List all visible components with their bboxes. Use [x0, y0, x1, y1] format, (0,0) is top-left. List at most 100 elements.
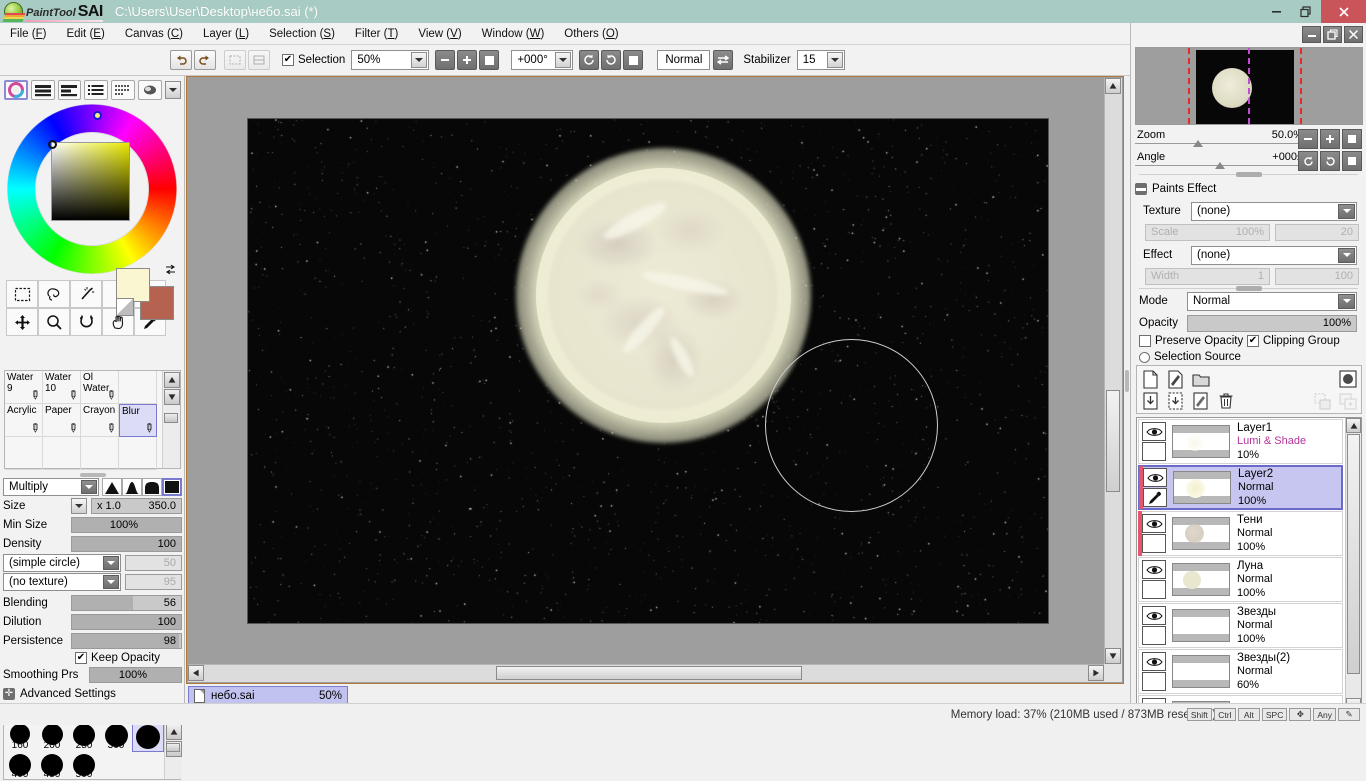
- brush-crayon[interactable]: Crayon✎: [81, 404, 119, 437]
- chevron-down-icon[interactable]: [1338, 204, 1355, 219]
- rotate-ccw-button[interactable]: [579, 50, 599, 70]
- size-preset-350[interactable]: 350: [132, 723, 164, 752]
- swatch-grid-mode-button[interactable]: [111, 80, 135, 100]
- redo-button[interactable]: [194, 50, 216, 70]
- brush-acrylic[interactable]: Acrylic✎: [5, 404, 43, 437]
- canvas-horizontal-scrollbar[interactable]: [188, 664, 1104, 682]
- menu-file[interactable]: File (F): [0, 26, 56, 42]
- clear-layer-icon[interactable]: [1191, 392, 1210, 411]
- stabilizer-combo[interactable]: 15: [797, 50, 845, 70]
- hsv-slider-mode-button[interactable]: [58, 80, 82, 100]
- merge-down-icon[interactable]: [1141, 392, 1160, 411]
- color-wheel[interactable]: [7, 104, 177, 274]
- minsize-field[interactable]: 100%: [71, 517, 182, 533]
- nav-zoom-out-button[interactable]: [1298, 129, 1318, 149]
- transfer-down-icon[interactable]: [1313, 392, 1332, 411]
- edge-shape-round[interactable]: [142, 478, 162, 496]
- canvas-vertical-scrollbar[interactable]: [1104, 78, 1122, 664]
- edge-shape-soft[interactable]: [122, 478, 142, 496]
- density-field[interactable]: 100: [71, 536, 182, 552]
- menu-view[interactable]: View (V): [408, 26, 471, 42]
- size-scroll-up-button[interactable]: [166, 724, 182, 740]
- canvas-inner[interactable]: [188, 78, 1104, 664]
- canvas-scroll-down-button[interactable]: [1105, 648, 1121, 664]
- canvas-scroll-up-button[interactable]: [1105, 78, 1121, 94]
- brush-texture-combo[interactable]: (no texture): [3, 573, 121, 591]
- eye-icon[interactable]: [1142, 560, 1166, 579]
- layer-thumbnail[interactable]: [1172, 655, 1230, 688]
- chevron-down-icon[interactable]: [1338, 294, 1355, 309]
- undo-button[interactable]: [170, 50, 192, 70]
- layer-row[interactable]: ЛунаNormal100%: [1138, 557, 1343, 602]
- size-preset-250[interactable]: 250: [68, 723, 100, 752]
- menu-filter[interactable]: Filter (T): [345, 26, 408, 42]
- layer-select-box[interactable]: [1142, 534, 1166, 553]
- chevron-down-icon[interactable]: [827, 52, 843, 68]
- zoom-out-button[interactable]: [435, 50, 455, 70]
- size-options-button[interactable]: [71, 498, 87, 514]
- layer-opacity-field[interactable]: 100%: [1187, 315, 1357, 332]
- brush-empty-4[interactable]: [81, 437, 119, 470]
- chevron-down-icon[interactable]: [411, 52, 427, 68]
- brush-shape-combo[interactable]: (simple circle): [3, 554, 121, 572]
- rotate-tool[interactable]: [70, 308, 102, 336]
- canvas-scroll-left-button[interactable]: [188, 665, 204, 681]
- eye-icon[interactable]: [1142, 606, 1166, 625]
- smoothing-field[interactable]: 100%: [89, 667, 182, 683]
- circle-selection-marquee[interactable]: [765, 339, 938, 512]
- dilution-field[interactable]: 100: [71, 614, 182, 630]
- layer-thumbnail[interactable]: [1172, 425, 1230, 458]
- saturation-value-box[interactable]: [51, 142, 130, 221]
- menu-edit[interactable]: Edit (E): [56, 26, 114, 42]
- select-all-button[interactable]: [224, 50, 246, 70]
- minimize-button[interactable]: [1261, 0, 1291, 23]
- size-preset-400[interactable]: 400: [4, 752, 36, 781]
- brush-blur[interactable]: Blur✎: [119, 404, 157, 437]
- sv-picker-handle[interactable]: [48, 140, 57, 149]
- size-preset-160[interactable]: 160: [4, 723, 36, 752]
- canvas-viewport[interactable]: [186, 76, 1124, 684]
- brush-paper[interactable]: Paper✎: [43, 404, 81, 437]
- chevron-down-icon[interactable]: [103, 575, 119, 589]
- layer-mode-combo[interactable]: Normal: [1187, 292, 1357, 311]
- eye-icon[interactable]: [1142, 652, 1166, 671]
- size-scroll-thumb[interactable]: [166, 743, 180, 752]
- menu-selection[interactable]: Selection (S): [259, 26, 345, 42]
- brush-empty-3[interactable]: [43, 437, 81, 470]
- size-preset-empty-2[interactable]: [132, 752, 164, 781]
- panel-restore-button[interactable]: [1323, 26, 1342, 43]
- gradient-mode-button[interactable]: [138, 80, 162, 100]
- nav-zoom-in-button[interactable]: [1320, 129, 1340, 149]
- blending-field[interactable]: 56: [71, 595, 182, 611]
- edge-shape-sharp[interactable]: [102, 478, 122, 496]
- layer-list-scrollbar[interactable]: [1345, 418, 1361, 713]
- nav-rotate-cw-button[interactable]: [1320, 151, 1340, 171]
- foreground-color-swatch[interactable]: [116, 268, 150, 302]
- merge-visible-icon[interactable]: [1166, 392, 1185, 411]
- layer-list[interactable]: Layer1Lumi & Shade10%Layer2Normal100%Тен…: [1136, 417, 1362, 714]
- eye-icon[interactable]: [1143, 468, 1167, 487]
- chevron-down-icon[interactable]: [103, 556, 119, 570]
- persistence-field[interactable]: 98: [71, 633, 182, 649]
- new-folder-icon[interactable]: [1191, 370, 1210, 389]
- size-preset-200[interactable]: 200: [36, 723, 68, 752]
- brush-empty-2[interactable]: [5, 437, 43, 470]
- size-preset-300[interactable]: 300: [100, 723, 132, 752]
- chevron-down-icon[interactable]: [1338, 248, 1355, 263]
- layer-row[interactable]: ТениNormal100%: [1138, 511, 1343, 556]
- paints-texture-combo[interactable]: (none): [1191, 202, 1357, 221]
- layer-select-box[interactable]: [1143, 488, 1167, 507]
- magic-wand-tool[interactable]: [70, 280, 102, 308]
- clipping-group-checkbox[interactable]: Clipping Group: [1247, 335, 1340, 347]
- deselect-button[interactable]: [248, 50, 270, 70]
- close-button[interactable]: [1321, 0, 1366, 23]
- panel-minimize-button[interactable]: [1302, 26, 1321, 43]
- preserve-opacity-checkbox[interactable]: Preserve Opacity: [1139, 335, 1243, 347]
- canvas-vscroll-thumb[interactable]: [1106, 390, 1120, 492]
- layer-mask-icon[interactable]: [1338, 370, 1357, 389]
- edge-shape-flat[interactable]: [162, 478, 182, 496]
- selection-checkbox[interactable]: Selection: [282, 54, 345, 66]
- brush-water-9[interactable]: Water9✎: [5, 371, 43, 404]
- hue-picker-handle[interactable]: [93, 111, 102, 120]
- layer-row[interactable]: Звезды(2)Normal60%: [1138, 649, 1343, 694]
